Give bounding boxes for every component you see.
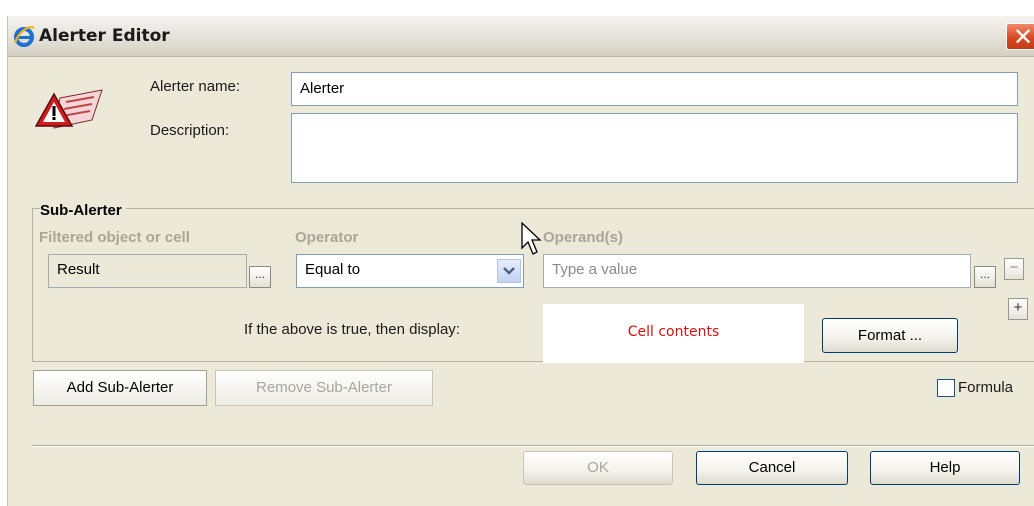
filtered-object-field[interactable]: Result bbox=[48, 254, 247, 288]
ok-button[interactable]: OK bbox=[523, 451, 673, 485]
operand-placeholder: Type a value bbox=[552, 261, 638, 278]
formula-checkbox[interactable] bbox=[937, 379, 955, 397]
formula-label: Formula bbox=[958, 379, 1014, 396]
title-bar[interactable]: Alerter Editor ✕ bbox=[8, 16, 1034, 57]
chevron-down-icon[interactable] bbox=[497, 259, 521, 283]
footer-separator bbox=[32, 445, 1034, 447]
cell-contents-preview: Cell contents bbox=[543, 304, 804, 363]
operand-browse-button[interactable]: ... bbox=[974, 266, 996, 288]
add-sub-alerter-button[interactable]: Add Sub-Alerter bbox=[33, 370, 207, 406]
operands-header: Operand(s) bbox=[543, 229, 624, 246]
cancel-button[interactable]: Cancel bbox=[696, 451, 848, 485]
window-title: Alerter Editor bbox=[39, 26, 170, 46]
add-operand-button[interactable]: + bbox=[1008, 298, 1028, 320]
close-icon: ✕ bbox=[1013, 23, 1034, 51]
remove-operand-button[interactable]: − bbox=[1004, 258, 1024, 280]
help-button[interactable]: Help bbox=[870, 451, 1020, 485]
operator-header: Operator bbox=[295, 229, 359, 246]
internet-explorer-icon bbox=[13, 26, 35, 47]
filtered-object-header: Filtered object or cell bbox=[39, 229, 190, 246]
sub-alerter-title: Sub-Alerter bbox=[40, 202, 126, 219]
format-button[interactable]: Format ... bbox=[822, 318, 958, 353]
alerter-name-label: Alerter name: bbox=[150, 78, 241, 95]
remove-sub-alerter-button[interactable]: Remove Sub-Alerter bbox=[215, 370, 433, 406]
cell-contents-text: Cell contents bbox=[627, 324, 720, 340]
alerter-warning-icon bbox=[34, 89, 103, 129]
description-label: Description: bbox=[150, 122, 230, 139]
display-condition-label: If the above is true, then display: bbox=[244, 321, 460, 338]
alerter-editor-dialog: Alerter Editor ✕ Alerter name: Alerter D… bbox=[8, 16, 1034, 506]
description-field[interactable] bbox=[291, 113, 1018, 183]
filtered-object-browse-button[interactable]: ... bbox=[249, 266, 271, 288]
mouse-cursor-icon bbox=[521, 222, 542, 255]
operator-select[interactable]: Equal to bbox=[296, 254, 524, 288]
operand-input[interactable]: Type a value bbox=[543, 254, 971, 288]
close-button[interactable]: ✕ bbox=[1006, 23, 1034, 51]
alerter-name-field[interactable]: Alerter bbox=[291, 72, 1018, 106]
